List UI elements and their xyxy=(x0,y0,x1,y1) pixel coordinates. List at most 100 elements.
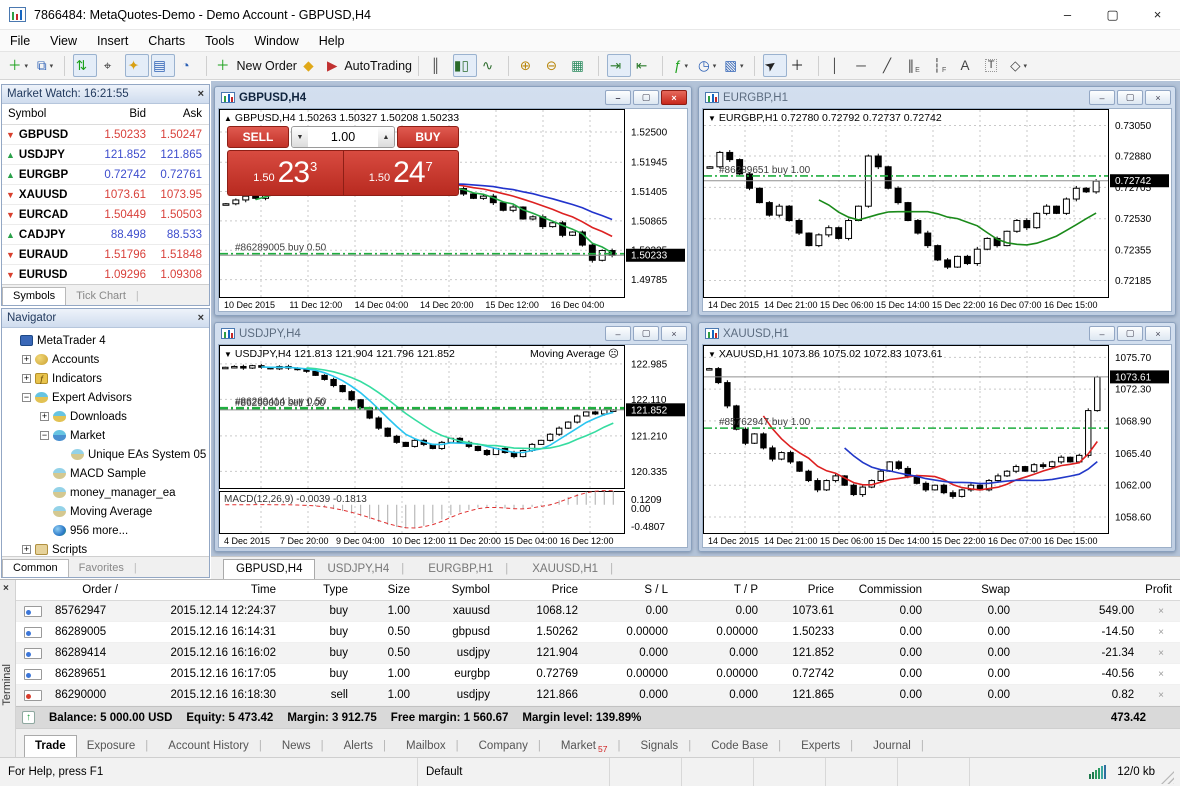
chart-info-line[interactable]: ▼ USDJPY,H4 121.813 121.904 121.796 121.8… xyxy=(224,348,455,360)
chart-window-titlebar[interactable]: USDJPY,H4 – ▢ × xyxy=(215,323,691,344)
sep5[interactable] xyxy=(597,55,602,76)
window-close-button[interactable]: × xyxy=(1135,0,1180,30)
chart-info-line[interactable]: ▼ EURGBP,H1 0.72780 0.72792 0.72737 0.727… xyxy=(708,112,942,124)
volume-increase-icon[interactable]: ▲ xyxy=(378,127,394,147)
terminal-tab[interactable]: Market 57 xyxy=(551,736,631,758)
sell-button[interactable]: SELL xyxy=(227,126,289,148)
chart-minimize-button[interactable]: – xyxy=(605,326,631,341)
navigator-tree-item[interactable]: money_manager_ea xyxy=(2,483,209,502)
candlestick-icon[interactable]: ▮▯ xyxy=(452,54,477,77)
chart-close-button[interactable]: × xyxy=(661,326,687,341)
new-chart-icon[interactable]: ＋ ▾ xyxy=(7,54,33,77)
orders-column-header[interactable]: Price xyxy=(766,584,842,596)
fibonacci-icon[interactable]: ┆ F xyxy=(931,54,955,77)
menu-item[interactable]: Help xyxy=(309,34,355,48)
navigator-tree-item[interactable]: Accounts xyxy=(2,350,209,369)
orders-column-header[interactable]: Symbol xyxy=(418,584,498,596)
sep2[interactable] xyxy=(206,55,210,76)
terminal-tab[interactable]: Signals xyxy=(630,736,701,758)
resize-grip[interactable] xyxy=(1161,771,1174,784)
bar-chart-icon[interactable]: ║ xyxy=(427,54,451,77)
tree-expander-icon[interactable] xyxy=(22,374,31,383)
navigator-tree-item[interactable]: Unique EAs System 05 xyxy=(2,445,209,464)
one-click-collapse-icon[interactable]: ▲ xyxy=(224,114,232,123)
tree-expander-icon[interactable] xyxy=(40,412,49,421)
menu-item[interactable]: Charts xyxy=(138,34,195,48)
crosshair-icon[interactable]: ＋ xyxy=(789,54,813,77)
equidistant-channel-icon[interactable]: ∥ E xyxy=(905,54,929,77)
orders-column-header[interactable]: Order / xyxy=(16,584,126,596)
arrows-icon[interactable]: ◇ ▾ xyxy=(1009,54,1033,77)
order-row[interactable]: 86289005 2015.12.16 16:14:31 buy 0.50 gb… xyxy=(16,622,1180,643)
buy-button[interactable]: BUY xyxy=(397,126,459,148)
data-window-icon[interactable]: ⌖ xyxy=(99,54,123,77)
indicators-icon[interactable]: ƒ ▾ xyxy=(671,54,695,77)
market-watch-row[interactable]: EURAUD 1.51796 1.51848 xyxy=(2,245,209,265)
tree-expander-icon[interactable] xyxy=(22,545,31,554)
eurgbp-chart[interactable]: 0.73050 0.72880 0.72705 0.72530 0.72355 0.721… xyxy=(703,109,1171,311)
market-watch-row[interactable]: EURCAD 1.50449 1.50503 xyxy=(2,205,209,225)
terminal-tab[interactable]: Journal xyxy=(863,736,934,758)
sell-price-button[interactable]: 1.50 23 3 xyxy=(227,150,343,196)
status-profile[interactable]: Default xyxy=(418,758,610,786)
market-watch-row[interactable]: EURUSD 1.09296 1.09308 xyxy=(2,265,209,285)
terminal-close-icon[interactable]: × xyxy=(3,583,9,594)
terminal-tab[interactable]: Mailbox xyxy=(396,736,469,758)
menu-item[interactable]: Insert xyxy=(87,34,138,48)
navigator-tree-item[interactable]: MACD Sample xyxy=(2,464,209,483)
orders-column-header[interactable]: Swap xyxy=(930,584,1018,596)
chart-tab[interactable]: GBPUSD,H4 xyxy=(223,559,316,579)
text-icon[interactable]: A xyxy=(957,54,981,77)
sep1[interactable] xyxy=(64,55,68,76)
vertical-line-icon[interactable]: │ xyxy=(827,54,851,77)
new-order-icon[interactable]: ＋ New Order xyxy=(215,54,298,77)
navigator-close-icon[interactable]: × xyxy=(198,312,204,324)
chart-maximize-button[interactable]: ▢ xyxy=(633,326,659,341)
close-order-icon[interactable]: × xyxy=(1150,606,1172,617)
column-ask[interactable]: Ask xyxy=(152,108,208,120)
menu-item[interactable]: Tools xyxy=(195,34,244,48)
buy-price-button[interactable]: 1.50 24 7 xyxy=(342,150,459,196)
text-label-icon[interactable]: T xyxy=(983,54,1007,77)
autotrading-icon[interactable]: ▶ AutoTrading xyxy=(326,54,413,77)
orders-column-header[interactable]: S / L xyxy=(586,584,676,596)
xauusd-chart[interactable]: 1075.70 1072.30 1068.90 1065.40 1062.00 1058.… xyxy=(703,345,1171,547)
sep8[interactable] xyxy=(817,55,822,76)
navigator-tab[interactable]: Favorites xyxy=(69,560,147,577)
navigator-tree-item[interactable]: Market xyxy=(2,426,209,445)
sep4[interactable] xyxy=(507,55,512,76)
market-watch-tab[interactable]: Symbols xyxy=(2,287,67,305)
navigator-icon[interactable]: ✦ xyxy=(125,54,150,77)
chart-close-button[interactable]: × xyxy=(1145,90,1171,105)
navigator-tree-item[interactable]: Downloads xyxy=(2,407,209,426)
menu-item[interactable]: File xyxy=(0,34,40,48)
horizontal-line-icon[interactable]: ─ xyxy=(853,54,877,77)
chart-minimize-button[interactable]: – xyxy=(605,90,631,105)
window-minimize-button[interactable]: – xyxy=(1045,0,1090,30)
tree-expander-icon[interactable] xyxy=(40,431,49,440)
one-click-collapse-icon[interactable]: ▼ xyxy=(224,350,232,359)
chart-shift-icon[interactable]: ⇤ xyxy=(633,54,657,77)
orders-column-header[interactable]: Commission xyxy=(842,584,930,596)
volume-decrease-icon[interactable]: ▼ xyxy=(292,127,308,147)
line-chart-icon[interactable]: ∿ xyxy=(479,54,503,77)
market-watch-row[interactable]: GBPUSD 1.50233 1.50247 xyxy=(2,125,209,145)
terminal-tab[interactable]: Experts xyxy=(791,736,863,758)
close-order-icon[interactable]: × xyxy=(1150,648,1172,659)
window-maximize-button[interactable]: ▢ xyxy=(1090,0,1135,30)
market-watch-row[interactable]: USDJPY 121.852 121.865 xyxy=(2,145,209,165)
market-watch-row[interactable]: CADJPY 88.498 88.533 xyxy=(2,225,209,245)
chart-window-titlebar[interactable]: EURGBP,H1 – ▢ × xyxy=(699,87,1175,108)
column-bid[interactable]: Bid xyxy=(92,108,152,120)
menu-item[interactable]: Window xyxy=(244,34,308,48)
market-watch-tab[interactable]: Tick Chart xyxy=(66,288,149,305)
navigator-tree-item[interactable]: Moving Average xyxy=(2,502,209,521)
metaeditor-icon[interactable]: ◆ xyxy=(300,54,324,77)
navigator-tree-item[interactable]: Expert Advisors xyxy=(2,388,209,407)
chart-tab[interactable]: XAUUSD,H1 xyxy=(520,560,625,579)
orders-column-header[interactable]: T / P xyxy=(676,584,766,596)
navigator-tree-item[interactable]: Indicators xyxy=(2,369,209,388)
order-row[interactable]: 86290000 2015.12.16 16:18:30 sell 1.00 u… xyxy=(16,685,1180,706)
close-order-icon[interactable]: × xyxy=(1150,669,1172,680)
chart-minimize-button[interactable]: – xyxy=(1089,326,1115,341)
